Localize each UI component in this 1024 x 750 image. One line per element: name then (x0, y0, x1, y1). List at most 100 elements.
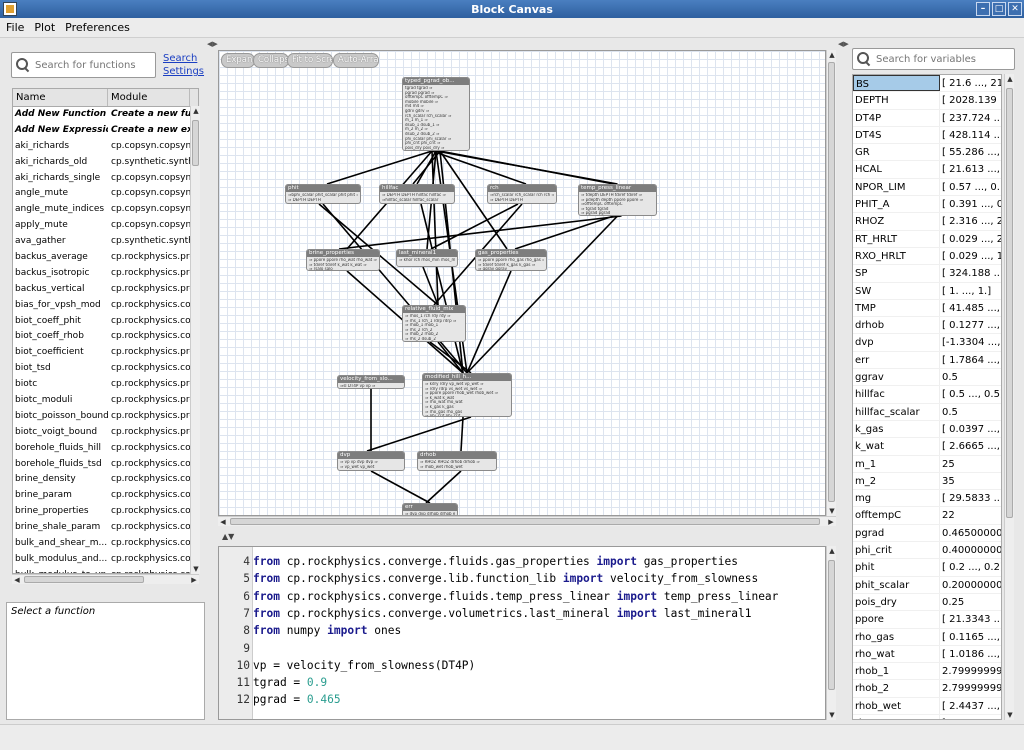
splitter-collapse-icon[interactable]: ▲▼ (222, 532, 234, 541)
variable-search-input[interactable] (876, 53, 1014, 65)
variable-row[interactable]: offtempC 22 (853, 507, 1001, 525)
function-row[interactable]: brine_density cp.rockphysics.converge (13, 472, 198, 488)
function-row[interactable]: backus_vertical cp.rockphysics.proam (13, 282, 198, 298)
menu-preferences[interactable]: Preferences (65, 21, 130, 34)
block-port[interactable]: ⇒sl DT4P vp vp ⇒ (340, 384, 402, 388)
variable-row[interactable]: err[ 1.7864 ..., 2. (853, 351, 1001, 370)
var-scroll-up-icon[interactable]: ▲ (1005, 74, 1015, 84)
block-port[interactable]: hillfac_scalar hillfac_scalar ⇒ (405, 150, 467, 151)
function-row[interactable]: ava_gather cp.synthetic.synthetic (13, 234, 198, 250)
block-title[interactable]: phit (286, 185, 360, 192)
variable-row[interactable]: DT4P[ 237.724 ..., 2 (853, 109, 1001, 127)
scroll-thumb[interactable] (192, 120, 199, 166)
variable-row[interactable]: RHOZ[ 2.316 ..., 2.5 (853, 213, 1001, 231)
settings-link[interactable]: Settings (163, 66, 204, 77)
code-line[interactable]: 10 vp = velocity_from_slowness(DT4P) (219, 657, 825, 674)
function-block[interactable]: velocity_from_slo... ⇒sl DT4P vp vp ⇒ (337, 375, 405, 389)
search-link[interactable]: Search (163, 53, 197, 64)
block-port[interactable]: ⇒hillfac_scalar hillfac_scalar (382, 198, 452, 203)
block-port[interactable]: ⇒ phi_crit phi_crit (425, 414, 509, 416)
canvas-vscrollbar[interactable]: ▲ ▼ (826, 50, 836, 516)
block-title[interactable]: drhob (418, 452, 496, 459)
function-row[interactable]: Add New Function Create a new function (13, 107, 198, 123)
menu-file[interactable]: File (6, 21, 24, 34)
function-block[interactable]: modified_hill_h... ⇒ kdry rdry vp_wet vp_… (422, 373, 512, 417)
function-row[interactable]: backus_average cp.rockphysics.proam (13, 250, 198, 266)
code-editor[interactable]: 4 from cp.rockphysics.converge.fluids.gas… (218, 546, 826, 720)
column-header-name[interactable]: Name (13, 89, 108, 106)
variable-row[interactable]: phit[ 0.2 ..., 0.2] (853, 559, 1001, 577)
variable-row[interactable]: NPOR_LIM[ 0.57 ..., 0.1 (853, 178, 1001, 197)
block-title[interactable]: last_mineral1 (397, 250, 457, 257)
variable-row[interactable]: rho_wat[ 1.0186 ..., 1. (853, 645, 1001, 664)
block-canvas[interactable]: Expand All Collapse All Fit to Screen Au… (218, 50, 826, 516)
right-splitter-grip-icon[interactable]: ◀▶ (838, 40, 849, 48)
canvas-scroll-up-icon[interactable]: ▲ (827, 50, 837, 60)
block-port[interactable]: ⇒ rhob_wet rhob_wet (420, 465, 494, 470)
block-title[interactable]: hillfac (380, 185, 454, 192)
block-title[interactable]: modified_hill_h... (423, 374, 511, 381)
function-block[interactable]: dvp ⇒ vp vp dvp dvp ⇒ ⇒ vp_wet vp_wet (337, 451, 405, 471)
editor-vscrollbar[interactable]: ▲ ▼ (826, 546, 836, 720)
variable-row[interactable]: DT4S[ 428.114 ..., 4 (853, 126, 1001, 145)
function-table-hscrollbar[interactable]: ◀ ▶ (12, 574, 199, 584)
block-port[interactable]: ⇒ DEPTH DEPTH (288, 198, 358, 203)
variable-search-box[interactable] (852, 48, 1015, 70)
var-scroll-thumb[interactable] (1006, 88, 1013, 518)
variable-row[interactable]: phit_scalar0.200000000000 (853, 576, 1001, 594)
minimize-icon[interactable]: – (976, 2, 990, 16)
variable-row[interactable]: TMP[ 41.485 ..., 5 (853, 299, 1001, 318)
function-row[interactable]: biot_coefficient cp.rockphysics.proam (13, 345, 198, 361)
function-row[interactable]: biot_coeff_rhob cp.rockphysics.converge (13, 329, 198, 345)
menu-plot[interactable]: Plot (34, 21, 55, 34)
editor-scroll-down-icon[interactable]: ▼ (827, 710, 837, 720)
variable-row[interactable]: m_1 25 (853, 455, 1001, 473)
block-title[interactable]: dvp (338, 452, 404, 459)
variable-row[interactable]: k_gas[ 0.0397 ..., 0. (853, 420, 1001, 439)
variable-row[interactable]: dvp[-1.3304 ..., -0. (853, 334, 1001, 352)
function-row[interactable]: aki_richards cp.copsyn.copsyn (13, 139, 198, 155)
function-row[interactable]: brine_shale_param cp.rockphysics.converge (13, 520, 198, 536)
function-row[interactable]: brine_properties cp.rockphysics.converge (13, 504, 198, 520)
variable-row[interactable]: k_wat[ 2.6665 ..., 2. (853, 438, 1001, 456)
function-block[interactable]: rch ⇒rch_scalar rch_scalar rch rch ⇒ ⇒ DEP… (487, 184, 557, 204)
code-line[interactable]: 6 from cp.rockphysics.converge.fluids.tem… (219, 588, 825, 605)
function-row[interactable]: borehole_fluids_hill cp.rockphysics.conve… (13, 441, 198, 457)
function-row[interactable]: biot_tsd cp.rockphysics.converge (13, 361, 198, 377)
variable-row[interactable]: pois_dry 0.25 (853, 593, 1001, 612)
canvas-hscroll-thumb[interactable] (230, 518, 820, 525)
variable-table-vscrollbar[interactable]: ▲ ▼ (1004, 74, 1014, 720)
variable-row[interactable]: RT_HRLT[ 0.029 ..., 2.9 (853, 230, 1001, 248)
block-title[interactable]: temp_press_linear (579, 185, 656, 192)
block-title[interactable]: rch (488, 185, 556, 192)
function-block[interactable]: typed_pgrad_ob... tgrad tgrad ⇒ pgrad pgra… (402, 77, 470, 151)
function-block[interactable]: err⇒ dvp dvp drhob drhob err err ⇒ (402, 503, 458, 515)
function-block[interactable]: phit ⇒bphi_scalar phit_scalar phit phit ⇒… (285, 184, 361, 204)
block-port[interactable]: ⇒ ggrav ggrav (478, 267, 544, 270)
canvas-scroll-down-icon[interactable]: ▼ (827, 506, 837, 516)
function-row[interactable]: Add New ExpressionCreate a new expressio… (13, 123, 198, 139)
block-title[interactable]: typed_pgrad_ob... (403, 78, 469, 85)
variable-row[interactable]: rhob_22.799999999999 (853, 680, 1001, 698)
function-row[interactable]: biotc_moduli cp.rockphysics.proam (13, 393, 198, 409)
variable-row[interactable]: rhog[ 2.8 ..., 2.8] (853, 714, 1001, 719)
block-title[interactable]: gas_properties (476, 250, 546, 257)
function-block[interactable]: last_mineral1⇒ khor rch rhos_min rhos_mi… (396, 249, 458, 267)
block-title[interactable]: brine_properties (307, 250, 379, 257)
scroll-left-arrow-icon[interactable]: ◀ (12, 575, 22, 585)
variable-row[interactable]: GR[ 55.286 ..., 1 (853, 144, 1001, 162)
function-row[interactable]: bias_for_vpsh_mod cp.rockphysics.converge (13, 298, 198, 314)
editor-vscroll-thumb[interactable] (828, 560, 835, 690)
hscroll-thumb[interactable] (24, 576, 144, 583)
function-search-input[interactable] (35, 59, 155, 71)
variable-row[interactable]: mg[ 29.5833 ..., 3 (853, 490, 1001, 508)
canvas-scroll-right-icon[interactable]: ▶ (826, 517, 836, 527)
variable-row[interactable]: HCAL[ 21.613 ..., 2 (853, 161, 1001, 179)
code-line[interactable]: 7 from cp.rockphysics.converge.volumetric… (219, 605, 825, 622)
var-scroll-down-icon[interactable]: ▼ (1005, 710, 1015, 720)
canvas-vscroll-thumb[interactable] (828, 62, 835, 502)
code-line[interactable]: 12 pgrad = 0.465 (219, 691, 825, 708)
variable-row[interactable]: SW[ 1. ..., 1.] (853, 282, 1001, 300)
block-port[interactable]: ⇒ pgrad pgrad (581, 211, 654, 215)
variable-row[interactable]: pgrad0.465000000000 (853, 524, 1001, 543)
